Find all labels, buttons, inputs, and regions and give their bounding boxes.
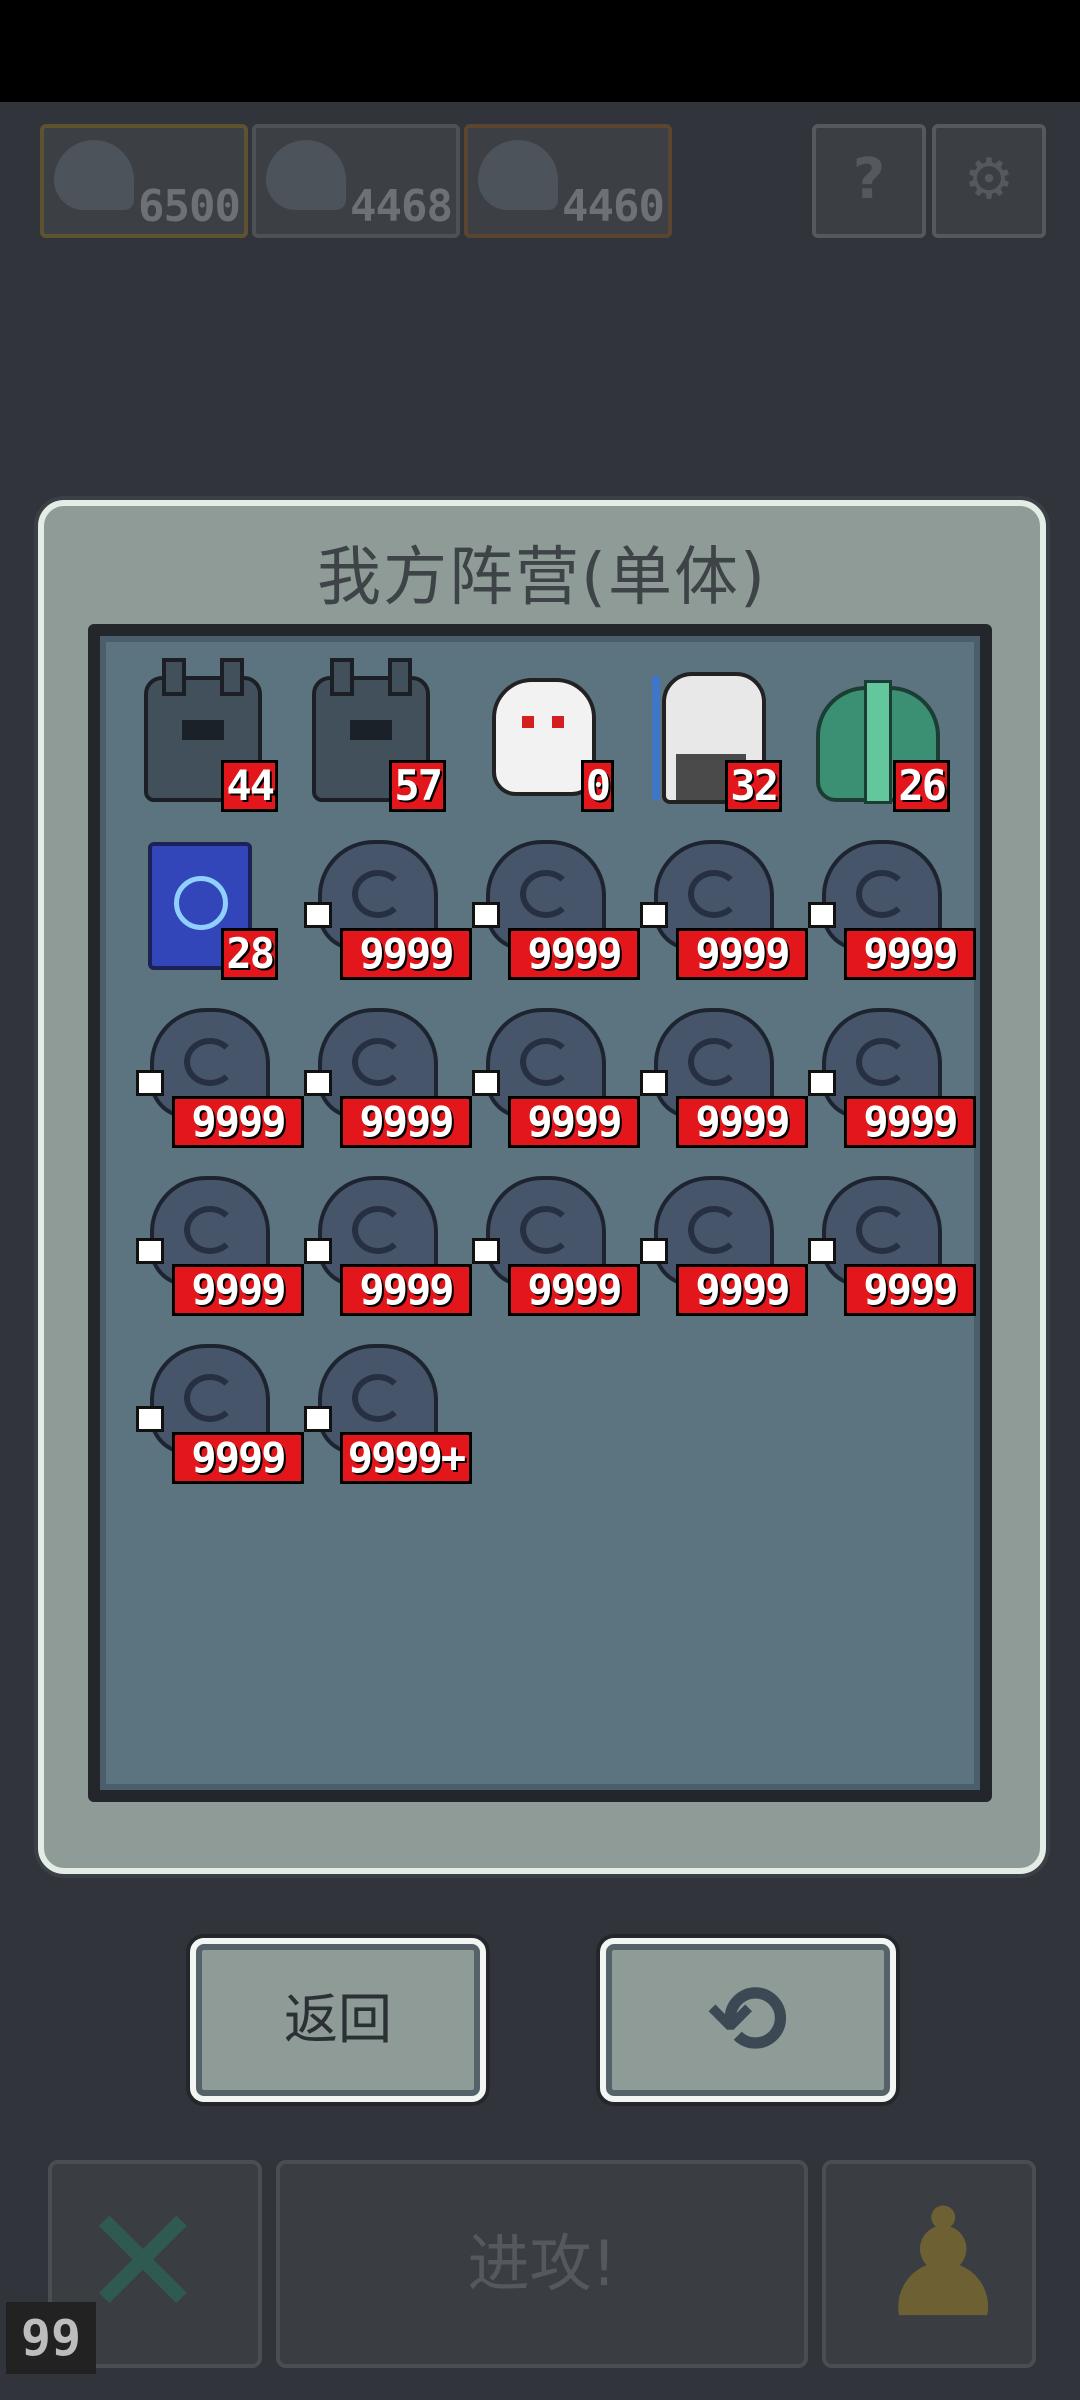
back-label: 返回 — [284, 1988, 392, 2051]
unit-slot[interactable]: 9999 — [136, 1344, 304, 1484]
unit-count: 28 — [221, 928, 278, 980]
unit-count: 9999 — [508, 928, 640, 980]
unit-slot[interactable]: 32 — [642, 672, 782, 812]
unit-count: 9999 — [340, 1264, 472, 1316]
unit-count: 9999 — [676, 1264, 808, 1316]
unit-slot[interactable]: 9999 — [304, 1008, 472, 1148]
unit-count: 9999 — [172, 1264, 304, 1316]
unit-count: 9999+ — [340, 1432, 472, 1484]
unit-count: 9999 — [508, 1264, 640, 1316]
unit-slot[interactable]: 9999 — [136, 1008, 304, 1148]
unit-slot[interactable]: 26 — [810, 672, 950, 812]
refresh-button[interactable]: ⟲ — [600, 1938, 896, 2102]
unit-count: 44 — [221, 760, 278, 812]
wave-resource-icon — [478, 140, 558, 210]
unit-count: 9999 — [340, 928, 472, 980]
resource-value: 4460 — [562, 181, 665, 232]
gear-icon: ⚙ — [963, 147, 1015, 212]
unit-slot[interactable]: 9999 — [472, 1176, 640, 1316]
unit-slot[interactable]: 9999 — [472, 1008, 640, 1148]
resource-slot-1: 6500 — [40, 124, 248, 238]
question-icon: ? — [852, 147, 886, 212]
unit-slot[interactable]: 9999+ — [304, 1344, 472, 1484]
unit-count: 9999 — [844, 1264, 976, 1316]
resource-value: 4468 — [350, 181, 453, 232]
close-icon: ✕ — [80, 2176, 206, 2350]
modal-title: 我方阵营(单体) — [317, 541, 767, 615]
unit-count: 57 — [389, 760, 446, 812]
unit-slot[interactable]: 44 — [138, 658, 278, 812]
wave-resource-icon — [54, 140, 134, 210]
unit-slot[interactable]: 9999 — [808, 840, 976, 980]
unit-count: 9999 — [172, 1096, 304, 1148]
unit-count: 9999 — [340, 1096, 472, 1148]
unit-slot[interactable]: 9999 — [472, 840, 640, 980]
unit-count: 9999 — [844, 928, 976, 980]
unit-count: 9999 — [508, 1096, 640, 1148]
pawn-button[interactable]: ♟ — [822, 2160, 1036, 2368]
unit-slot[interactable]: 9999 — [640, 840, 808, 980]
unit-slot[interactable]: 9999 — [640, 1008, 808, 1148]
attack-label: 进攻! — [467, 2227, 617, 2300]
back-button[interactable]: 返回 — [190, 1938, 486, 2102]
unit-count: 32 — [725, 760, 782, 812]
unit-slot[interactable]: 9999 — [304, 840, 472, 980]
help-button[interactable]: ? — [812, 124, 926, 238]
wave-resource-icon — [266, 140, 346, 210]
resource-value: 6500 — [138, 181, 241, 232]
resource-slot-3: 4460 — [464, 124, 672, 238]
unit-grid: 44 57 0 32 26 28 9999 9999 9999 9999 9999 9999 9999 9… — [88, 624, 992, 1802]
unit-count: 9999 — [676, 928, 808, 980]
unit-count: 9999 — [844, 1096, 976, 1148]
pawn-icon: ♟ — [876, 2177, 1011, 2351]
attack-button[interactable]: 进攻! — [276, 2160, 808, 2368]
unit-slot[interactable]: 28 — [138, 840, 278, 980]
unit-count: 9999 — [172, 1432, 304, 1484]
unit-slot[interactable]: 9999 — [808, 1008, 976, 1148]
unit-slot[interactable]: 9999 — [808, 1176, 976, 1316]
unit-slot[interactable]: 9999 — [136, 1176, 304, 1316]
unit-slot[interactable]: 0 — [474, 672, 614, 812]
unit-slot[interactable]: 9999 — [304, 1176, 472, 1316]
unit-count: 26 — [893, 760, 950, 812]
unit-count: 9999 — [676, 1096, 808, 1148]
unit-slot[interactable]: 57 — [306, 658, 446, 812]
refresh-icon: ⟲ — [707, 1964, 789, 2076]
status-bar — [0, 0, 1080, 102]
unit-count: 0 — [580, 760, 614, 812]
unit-slot[interactable]: 9999 — [640, 1176, 808, 1316]
settings-button[interactable]: ⚙ — [932, 124, 1046, 238]
corner-counter: 99 — [6, 2302, 96, 2374]
resource-slot-2: 4468 — [252, 124, 460, 238]
camp-modal: 我方阵营(单体) 44 57 0 32 26 28 9999 9999 9999 9999 9999… — [38, 500, 1046, 1874]
